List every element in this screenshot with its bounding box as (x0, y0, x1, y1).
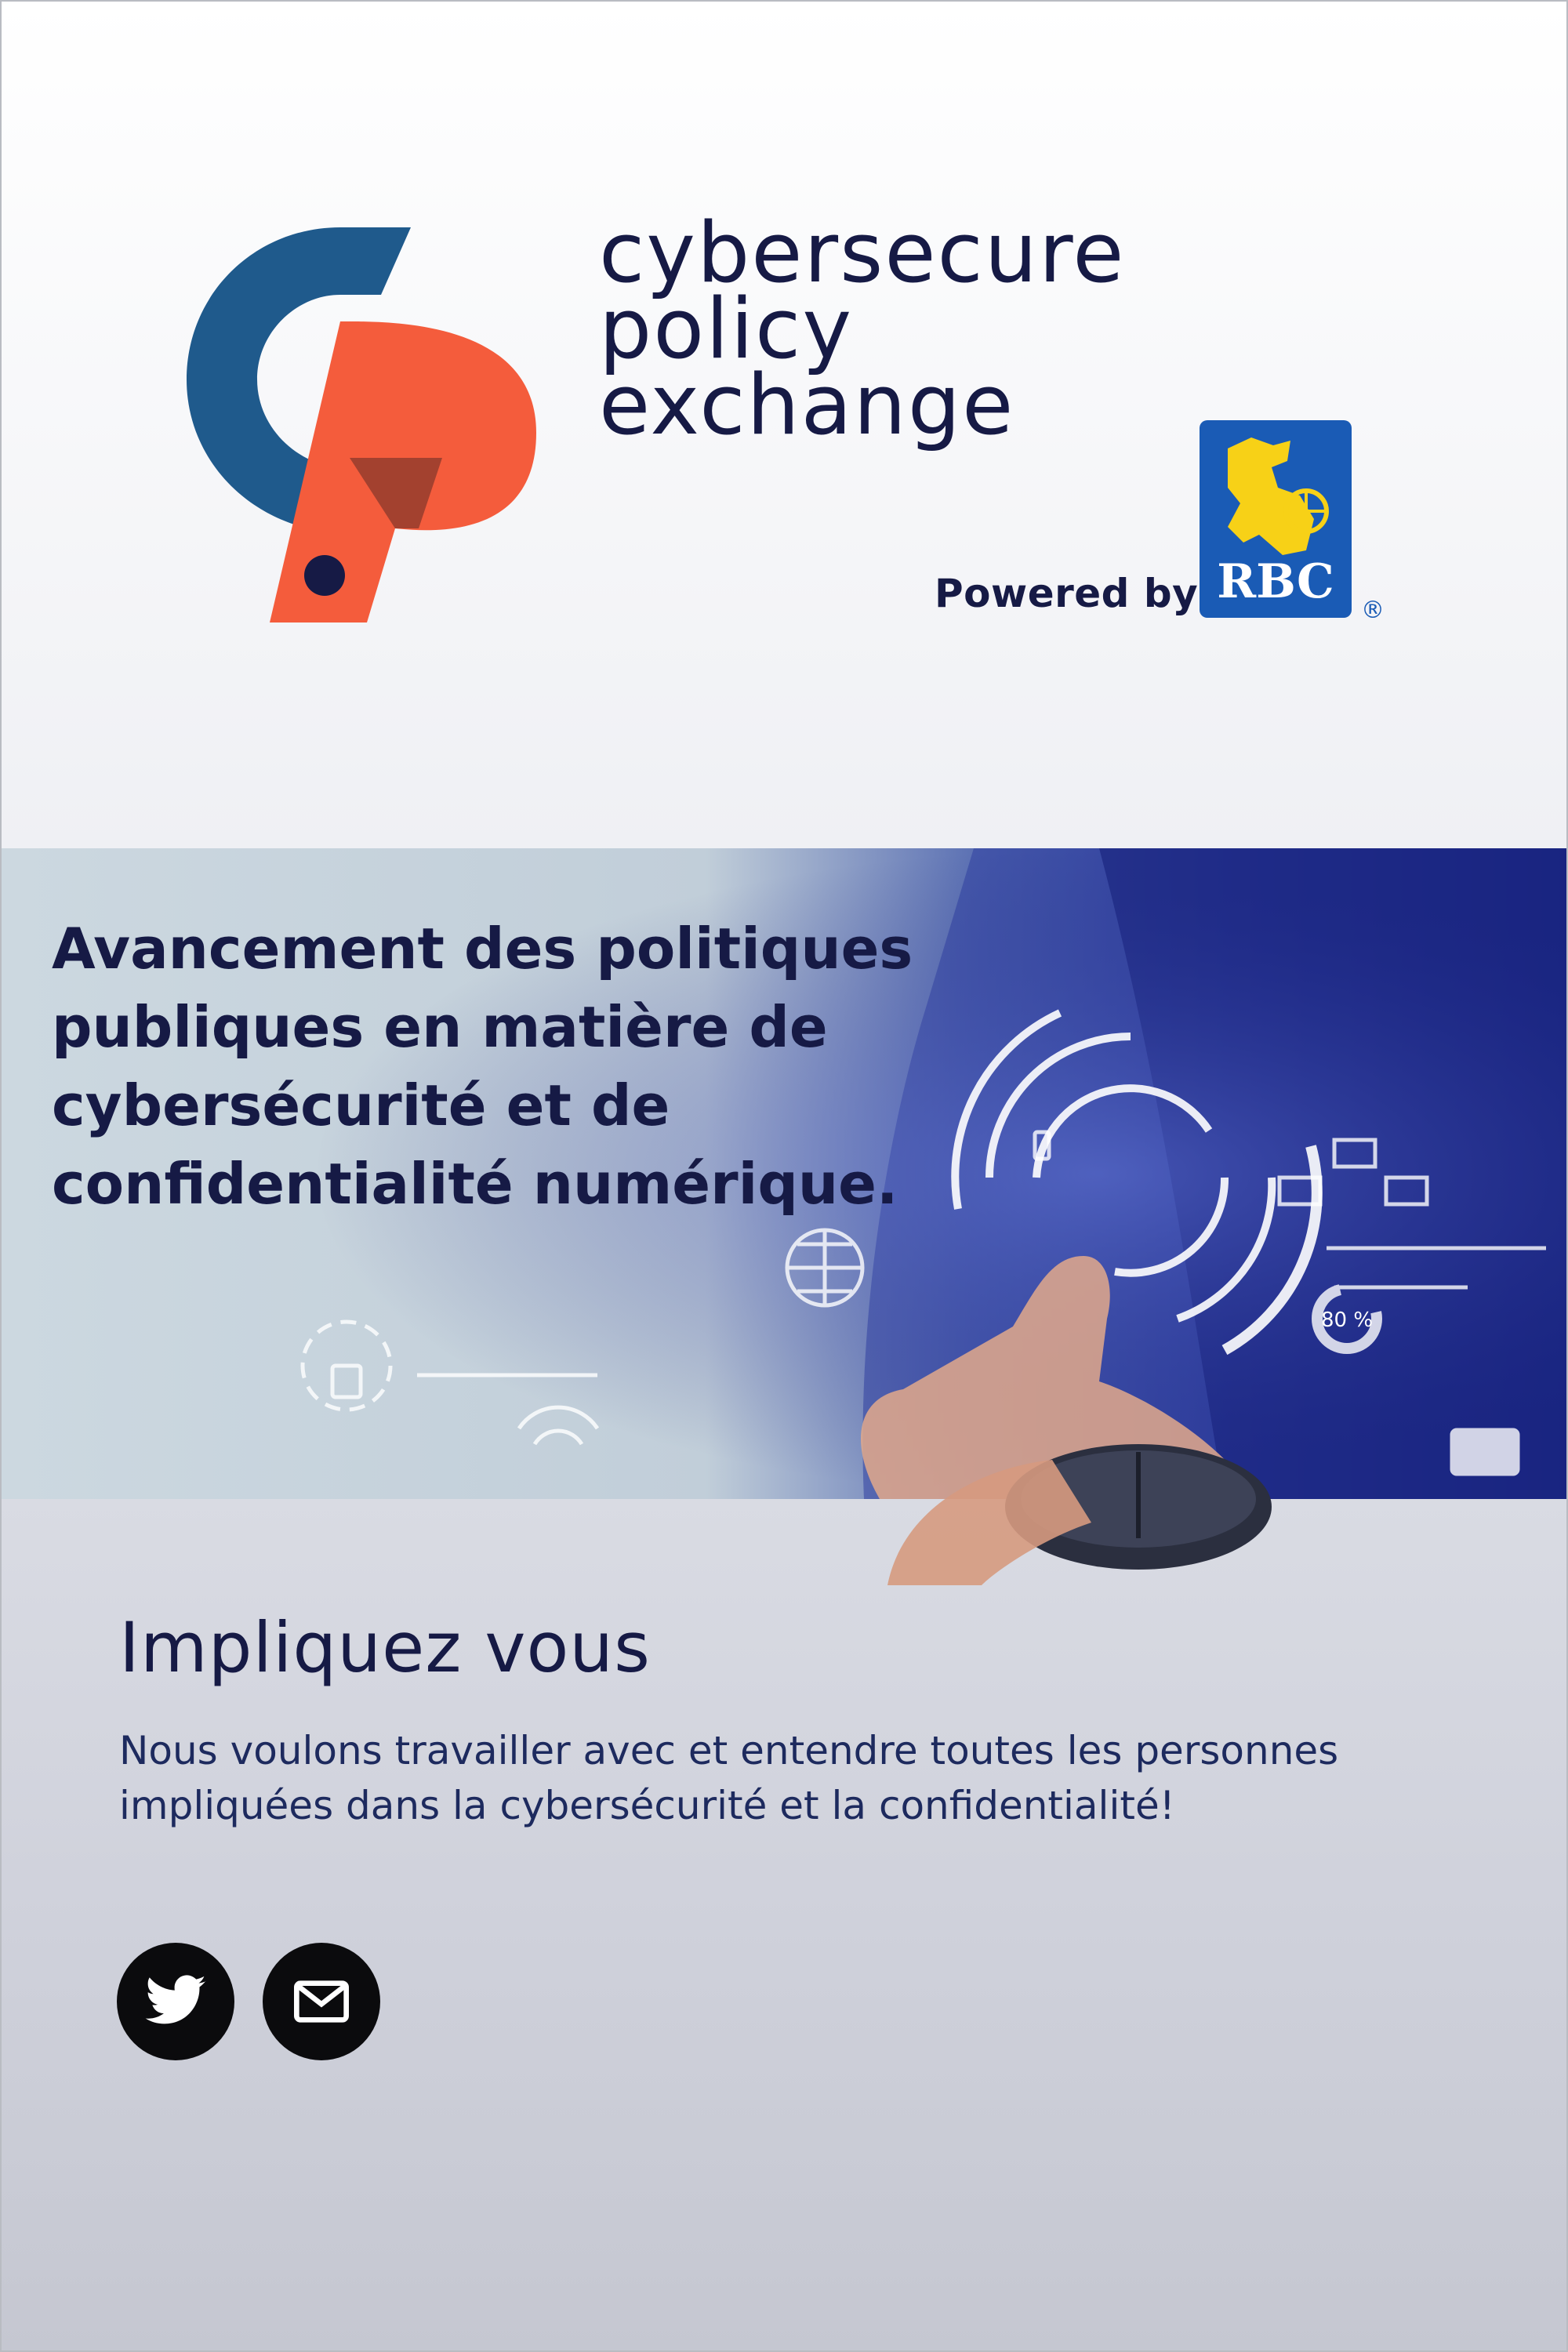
get-involved-body: Nous voulons travailler avec et entendre… (119, 1728, 1339, 1828)
wordmark-line-1: cybersecure (599, 205, 1126, 301)
twitter-icon (145, 1975, 206, 2024)
registered-mark: ® (1361, 597, 1385, 624)
header: cybersecure policy exchange Powered by R… (2, 2, 1566, 848)
wordmark: cybersecure policy exchange (599, 205, 1126, 453)
cp-logo-icon (187, 227, 536, 622)
stat-ring-label: 80 % (1321, 1308, 1373, 1332)
powered-by-text: Powered by (935, 571, 1199, 616)
wordmark-line-3: exchange (599, 357, 1015, 453)
hero-title: Avancement des politiques publiques en m… (52, 916, 913, 1217)
twitter-button[interactable] (117, 1943, 234, 2060)
rbc-logo-text: RBC (1217, 554, 1334, 609)
get-involved-heading: Impliquez vous (119, 1607, 651, 1688)
email-button[interactable] (263, 1943, 380, 2060)
computer-mouse-image (887, 1444, 1272, 1585)
page: cybersecure policy exchange Powered by R… (0, 0, 1568, 2352)
wordmark-line-2: policy (599, 281, 854, 377)
rbc-logo: RBC ® (1200, 420, 1385, 624)
mail-icon (294, 1980, 349, 2023)
